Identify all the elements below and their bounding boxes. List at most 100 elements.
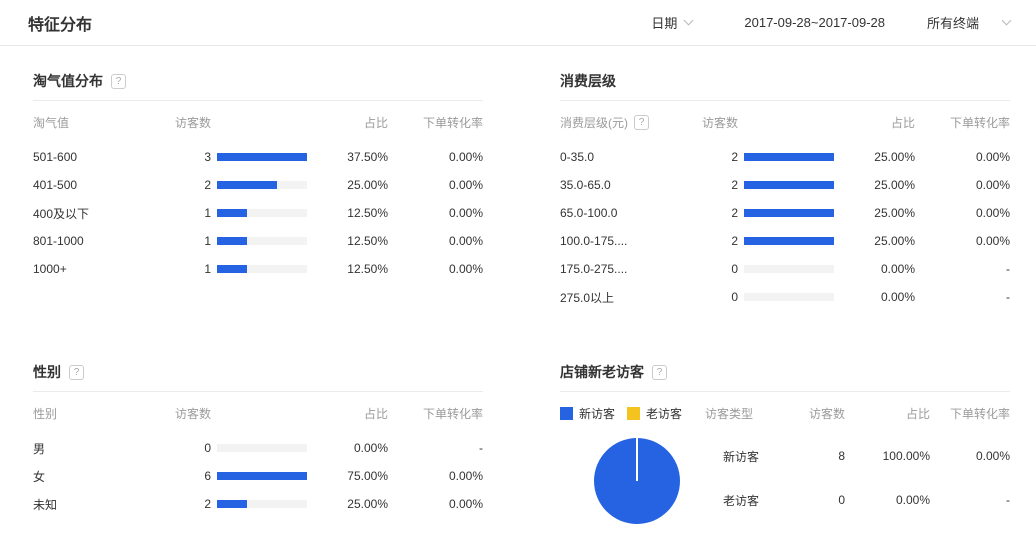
bar-fill	[744, 153, 834, 161]
analytics-dashboard: 特征分布 日期 2017-09-28~2017-09-28 所有终端 淘气值分布…	[0, 0, 1036, 540]
panel-title: 性别	[33, 361, 61, 383]
table-header: 访客类型 访客数 占比 下单转化率	[705, 392, 1010, 434]
table-row: 女 6 75.00% 0.00%	[33, 462, 483, 490]
share-value: 25.00%	[309, 178, 388, 192]
share-value: 25.00%	[836, 150, 915, 164]
row-label: 801-1000	[33, 234, 175, 248]
conversion-value: -	[930, 493, 1010, 507]
help-icon[interactable]: ?	[69, 365, 84, 380]
share-value: 0.00%	[836, 262, 915, 276]
share-value: 12.50%	[309, 234, 388, 248]
table-row: 老访客 0 0.00% -	[705, 478, 1010, 522]
conversion-value: -	[915, 262, 1010, 276]
help-icon[interactable]: ?	[652, 365, 667, 380]
table-row: 501-600 3 37.50% 0.00%	[33, 143, 483, 171]
table-header: 淘气值 访客数 占比 下单转化率	[33, 101, 483, 143]
conversion-value: -	[915, 290, 1010, 304]
visitor-count: 2	[175, 497, 211, 511]
share-value: 12.50%	[309, 262, 388, 276]
bar-fill	[744, 181, 834, 189]
visitor-count: 0	[702, 290, 738, 304]
legend-label: 老访客	[646, 405, 682, 422]
visitor-count: 2	[175, 178, 211, 192]
table-row: 400及以下 1 12.50% 0.00%	[33, 199, 483, 227]
visitor-count: 3	[175, 150, 211, 164]
table-row: 新访客 8 100.00% 0.00%	[705, 434, 1010, 478]
pie-slice-divider	[636, 438, 638, 481]
row-label: 501-600	[33, 150, 175, 164]
legend-label: 新访客	[579, 405, 615, 422]
conversion-value: 0.00%	[915, 234, 1010, 248]
terminal-label: 所有终端	[927, 13, 979, 32]
panel-new-old-visitors: 店铺新老访客 ? 新访客 老访客	[560, 361, 1010, 524]
date-range-picker[interactable]: 2017-09-28~2017-09-28	[744, 15, 885, 30]
bar-fill	[744, 209, 834, 217]
visitor-count: 6	[175, 469, 211, 483]
bar-track	[217, 153, 307, 161]
date-mode-dropdown[interactable]: 日期	[651, 13, 692, 32]
row-label: 275.0以上	[560, 289, 702, 306]
share-value: 0.00%	[309, 441, 388, 455]
table-row: 1000+ 1 12.50% 0.00%	[33, 255, 483, 283]
table-row: 175.0-275.... 0 0.00% -	[560, 255, 1010, 283]
share-value: 75.00%	[309, 469, 388, 483]
legend-swatch	[627, 407, 640, 420]
bar-fill	[217, 153, 307, 161]
row-label: 新访客	[705, 448, 761, 465]
conversion-value: 0.00%	[915, 206, 1010, 220]
visitor-count: 0	[761, 493, 845, 507]
column-header: 下单转化率	[388, 114, 483, 131]
bar-track	[744, 153, 834, 161]
share-value: 12.50%	[309, 206, 388, 220]
panel-consumption-level: 消费层级 消费层级(元) ? 访客数 占比 下单转化率 0-35.0 2 25.…	[560, 70, 1010, 311]
bar-track	[217, 237, 307, 245]
legend-old-visitor[interactable]: 老访客	[627, 405, 682, 422]
bar-track	[744, 265, 834, 273]
column-header: 占比	[836, 114, 915, 131]
row-label: 未知	[33, 496, 175, 513]
row-label: 老访客	[705, 492, 761, 509]
legend-new-visitor[interactable]: 新访客	[560, 405, 615, 422]
header-controls: 日期 2017-09-28~2017-09-28 所有终端	[651, 13, 1010, 32]
share-value: 0.00%	[836, 290, 915, 304]
panel-title: 店铺新老访客	[560, 361, 644, 383]
visitor-count: 0	[175, 441, 211, 455]
bar-track	[217, 472, 307, 480]
table-row: 275.0以上 0 0.00% -	[560, 283, 1010, 311]
chevron-down-icon	[1002, 16, 1012, 26]
terminal-dropdown[interactable]: 所有终端	[927, 13, 1010, 32]
table-row: 未知 2 25.00% 0.00%	[33, 490, 483, 518]
page-header: 特征分布 日期 2017-09-28~2017-09-28 所有终端	[0, 0, 1036, 46]
help-icon[interactable]: ?	[634, 115, 649, 130]
bar-fill	[217, 181, 277, 189]
row-label: 1000+	[33, 262, 175, 276]
bar-track	[744, 293, 834, 301]
column-header: 淘气值	[33, 114, 175, 131]
visitor-count: 0	[702, 262, 738, 276]
conversion-value: 0.00%	[915, 150, 1010, 164]
visitors-table: 访客类型 访客数 占比 下单转化率 新访客 8 100.00% 0.00%	[705, 392, 1010, 524]
conversion-value: -	[388, 441, 483, 455]
table-row: 65.0-100.0 2 25.00% 0.00%	[560, 199, 1010, 227]
share-value: 25.00%	[836, 178, 915, 192]
conversion-value: 0.00%	[388, 206, 483, 220]
page-title: 特征分布	[28, 11, 92, 35]
table-header: 消费层级(元) ? 访客数 占比 下单转化率	[560, 101, 1010, 143]
column-header: 占比	[309, 114, 388, 131]
pie-column: 新访客 老访客	[560, 392, 705, 524]
table-row: 0-35.0 2 25.00% 0.00%	[560, 143, 1010, 171]
share-value: 25.00%	[836, 234, 915, 248]
help-icon[interactable]: ?	[111, 74, 126, 89]
bar-fill	[217, 265, 247, 273]
row-label: 401-500	[33, 178, 175, 192]
table-row: 35.0-65.0 2 25.00% 0.00%	[560, 171, 1010, 199]
bar-track	[744, 237, 834, 245]
share-value: 100.00%	[845, 449, 930, 463]
bar-fill	[217, 500, 247, 508]
bar-fill	[217, 237, 247, 245]
pie-legend: 新访客 老访客	[560, 392, 705, 434]
table-row: 401-500 2 25.00% 0.00%	[33, 171, 483, 199]
visitor-count: 1	[175, 262, 211, 276]
row-label: 女	[33, 468, 175, 485]
bar-track	[217, 209, 307, 217]
